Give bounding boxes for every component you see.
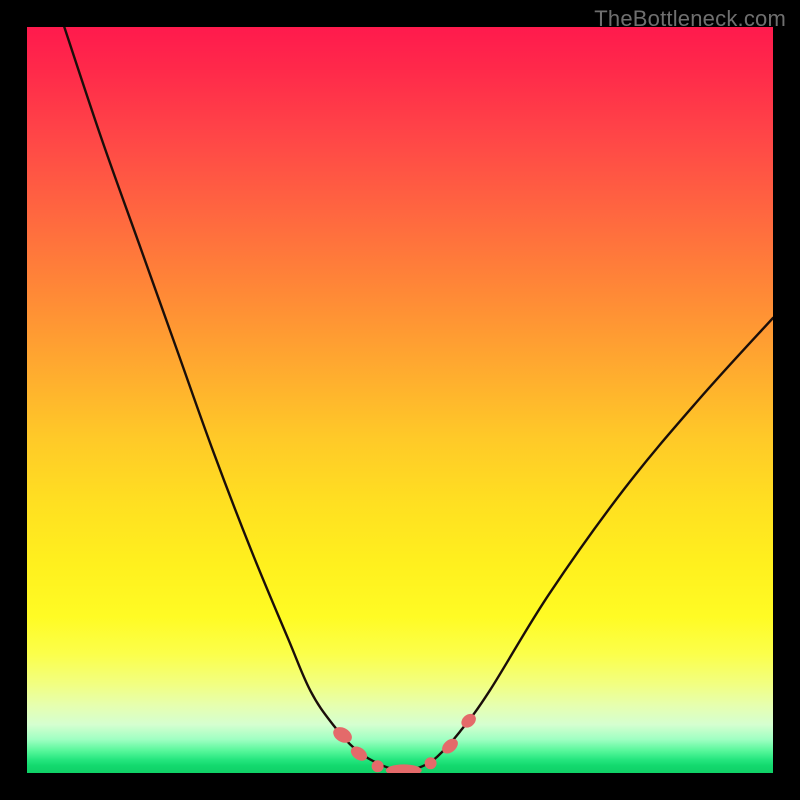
- curve-markers: [330, 711, 478, 773]
- curve-marker: [372, 760, 384, 772]
- bottleneck-curve: [64, 27, 773, 771]
- curve-marker: [459, 711, 479, 730]
- chart-frame: TheBottleneck.com: [0, 0, 800, 800]
- bottleneck-chart-svg: [27, 27, 773, 773]
- curve-marker: [386, 764, 422, 773]
- curve-marker: [439, 736, 461, 757]
- plot-area: [27, 27, 773, 773]
- curve-marker: [425, 757, 437, 769]
- watermark-text: TheBottleneck.com: [594, 6, 786, 32]
